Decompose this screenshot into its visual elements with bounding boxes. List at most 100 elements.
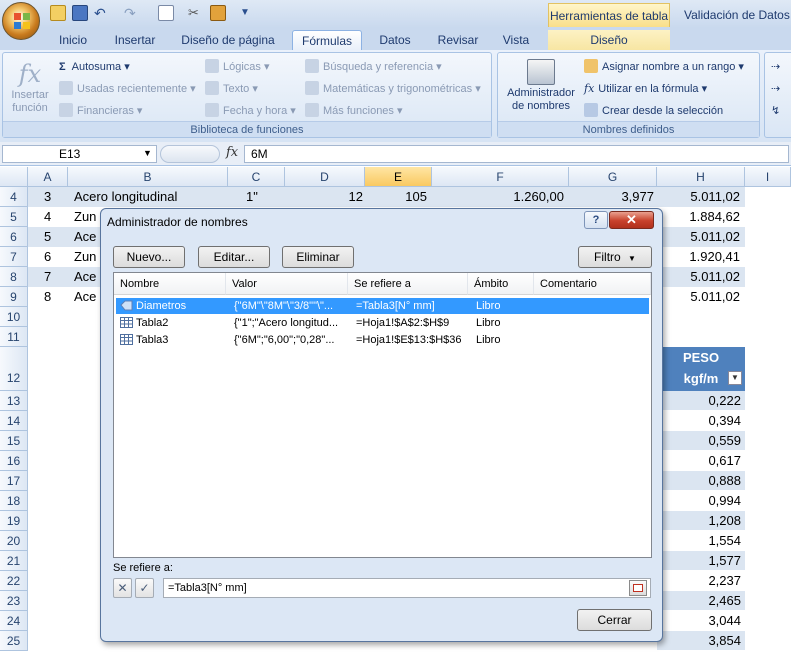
row-header-21[interactable]: 21 xyxy=(0,551,28,571)
row-header-22[interactable]: 22 xyxy=(0,571,28,591)
recent-button[interactable]: Usadas recientemente ▾ xyxy=(59,81,196,97)
math-button[interactable]: Matemáticas y trigonométricas ▾ xyxy=(305,81,481,97)
cell-h13[interactable]: 0,222 xyxy=(657,391,745,411)
cell-d4[interactable]: 12 xyxy=(285,187,363,208)
tab-diseno-pagina[interactable]: Diseño de página xyxy=(172,30,284,50)
spell-check-icon[interactable]: ✂ xyxy=(188,5,204,21)
column-header-a[interactable]: A xyxy=(28,167,68,187)
cell-b4[interactable]: Acero longitudinal xyxy=(74,187,178,208)
cell-h25[interactable]: 3,854 xyxy=(657,631,745,651)
cell-h19[interactable]: 1,208 xyxy=(657,511,745,531)
cell-h9[interactable]: 5.011,02 xyxy=(657,287,740,308)
remove-arrows-icon[interactable]: ↯ xyxy=(771,103,780,119)
cell-h17[interactable]: 0,888 xyxy=(657,471,745,491)
cell-h24[interactable]: 3,044 xyxy=(657,611,745,631)
fx-icon[interactable]: fx xyxy=(226,145,238,160)
delete-name-button[interactable]: Eliminar xyxy=(282,246,354,268)
cell-h23[interactable]: 2,465 xyxy=(657,591,745,611)
row-header-10[interactable]: 10 xyxy=(0,307,28,327)
row-header-7[interactable]: 7 xyxy=(0,247,28,267)
datetime-button[interactable]: Fecha y hora ▾ xyxy=(205,103,296,119)
cell-a6[interactable]: 5 xyxy=(44,227,52,248)
cell-h14[interactable]: 0,394 xyxy=(657,411,745,431)
cell-b9[interactable]: Ace xyxy=(74,287,97,308)
tab-revisar[interactable]: Revisar xyxy=(428,30,488,50)
cell-f4[interactable]: 1.260,00 xyxy=(432,187,564,208)
row-header-5[interactable]: 5 xyxy=(0,207,28,227)
financial-button[interactable]: Financieras ▾ xyxy=(59,103,142,119)
column-header-c[interactable]: C xyxy=(228,167,285,187)
column-header-i[interactable]: I xyxy=(745,167,791,187)
cancel-edit-icon[interactable]: ✕ xyxy=(113,578,132,598)
cell-h8[interactable]: 5.011,02 xyxy=(657,267,740,288)
cell-b6[interactable]: Ace xyxy=(74,227,97,248)
row-header-19[interactable]: 19 xyxy=(0,511,28,531)
tab-inicio[interactable]: Inicio xyxy=(48,30,98,50)
use-in-formula-button[interactable]: fx Utilizar en la fórmula ▾ xyxy=(584,81,707,97)
cell-h16[interactable]: 0,617 xyxy=(657,451,745,471)
close-x-button[interactable]: ✕ xyxy=(609,211,654,229)
cell-c4[interactable]: 1" xyxy=(246,187,258,208)
cell-h22[interactable]: 2,237 xyxy=(657,571,745,591)
cell-h5[interactable]: 1.884,62 xyxy=(657,207,740,228)
text-button[interactable]: Texto ▾ xyxy=(205,81,258,97)
column-header-g[interactable]: G xyxy=(569,167,657,187)
create-from-selection-button[interactable]: Crear desde la selección xyxy=(584,103,723,119)
edit-name-button[interactable]: Editar... xyxy=(198,246,270,268)
name-manager-button[interactable]: Administrador de nombres xyxy=(502,59,580,113)
cell-h21[interactable]: 1,577 xyxy=(657,551,745,571)
cell-a9[interactable]: 8 xyxy=(44,287,52,308)
cell-b7[interactable]: Zun xyxy=(74,247,97,268)
column-header-d[interactable]: D xyxy=(285,167,365,187)
cell-h6[interactable]: 5.011,02 xyxy=(657,227,740,248)
trace-precedents-icon[interactable]: ⇢ xyxy=(771,59,780,75)
row-header-24[interactable]: 24 xyxy=(0,611,28,631)
cell-b8[interactable]: Ace xyxy=(74,267,97,288)
row-header-13[interactable]: 13 xyxy=(0,391,28,411)
row-header-14[interactable]: 14 xyxy=(0,411,28,431)
name-box[interactable]: E13 xyxy=(2,145,157,163)
customize-qat-icon[interactable]: ▼ xyxy=(240,5,256,21)
cell-a7[interactable]: 6 xyxy=(44,247,52,268)
close-button[interactable]: Cerrar xyxy=(577,609,652,631)
cell-e4[interactable]: 105 xyxy=(365,187,427,208)
redo-icon[interactable]: ↷ xyxy=(124,5,140,21)
open-icon[interactable] xyxy=(50,5,66,21)
collapse-dialog-icon[interactable] xyxy=(629,580,647,596)
insert-function-button[interactable]: fx Insertar función xyxy=(7,59,53,115)
save-icon[interactable] xyxy=(72,5,88,21)
confirm-edit-icon[interactable]: ✓ xyxy=(135,578,154,598)
define-name-button[interactable]: Asignar nombre a un rango ▾ xyxy=(584,59,744,75)
list-item-tabla2[interactable]: Tabla2 {"1";"Acero longitud... =Hoja1!$A… xyxy=(116,315,649,331)
row-header-12[interactable]: 12 xyxy=(0,347,28,391)
tab-vista[interactable]: Vista xyxy=(494,30,538,50)
refers-to-input[interactable]: =Tabla3[N° mm] xyxy=(163,578,651,598)
column-header-nombre[interactable]: Nombre xyxy=(114,273,226,295)
more-functions-button[interactable]: Más funciones ▾ xyxy=(305,103,403,119)
filter-dropdown-icon[interactable]: ▼ xyxy=(728,371,742,385)
formula-input[interactable]: 6M xyxy=(244,145,789,163)
column-header-f[interactable]: F xyxy=(432,167,569,187)
form-icon[interactable] xyxy=(210,5,226,21)
row-header-18[interactable]: 18 xyxy=(0,491,28,511)
column-header-ambito[interactable]: Ámbito xyxy=(468,273,534,295)
cell-a5[interactable]: 4 xyxy=(44,207,52,228)
cell-h7[interactable]: 1.920,41 xyxy=(657,247,740,268)
cell-h15[interactable]: 0,559 xyxy=(657,431,745,451)
cell-h4[interactable]: 5.011,02 xyxy=(657,187,740,208)
tab-diseno[interactable]: Diseño xyxy=(548,30,670,50)
filter-button[interactable]: Filtro ▼ xyxy=(578,246,652,268)
undo-icon[interactable]: ↶ xyxy=(94,5,110,21)
column-header-valor[interactable]: Valor xyxy=(226,273,348,295)
row-header-16[interactable]: 16 xyxy=(0,451,28,471)
help-button[interactable]: ? xyxy=(584,211,608,229)
peso-column-header[interactable]: PESO kgf/m ▼ xyxy=(657,347,745,391)
list-item-tabla3[interactable]: Tabla3 {"6M";"6,00";"0,28"... =Hoja1!$E$… xyxy=(116,332,649,348)
row-header-4[interactable]: 4 xyxy=(0,187,28,207)
tab-formulas[interactable]: Fórmulas xyxy=(292,30,362,50)
row-header-23[interactable]: 23 xyxy=(0,591,28,611)
print-preview-icon[interactable] xyxy=(158,5,174,21)
row-header-11[interactable]: 11 xyxy=(0,327,28,347)
cell-h18[interactable]: 0,994 xyxy=(657,491,745,511)
column-header-comentario[interactable]: Comentario xyxy=(534,273,651,295)
